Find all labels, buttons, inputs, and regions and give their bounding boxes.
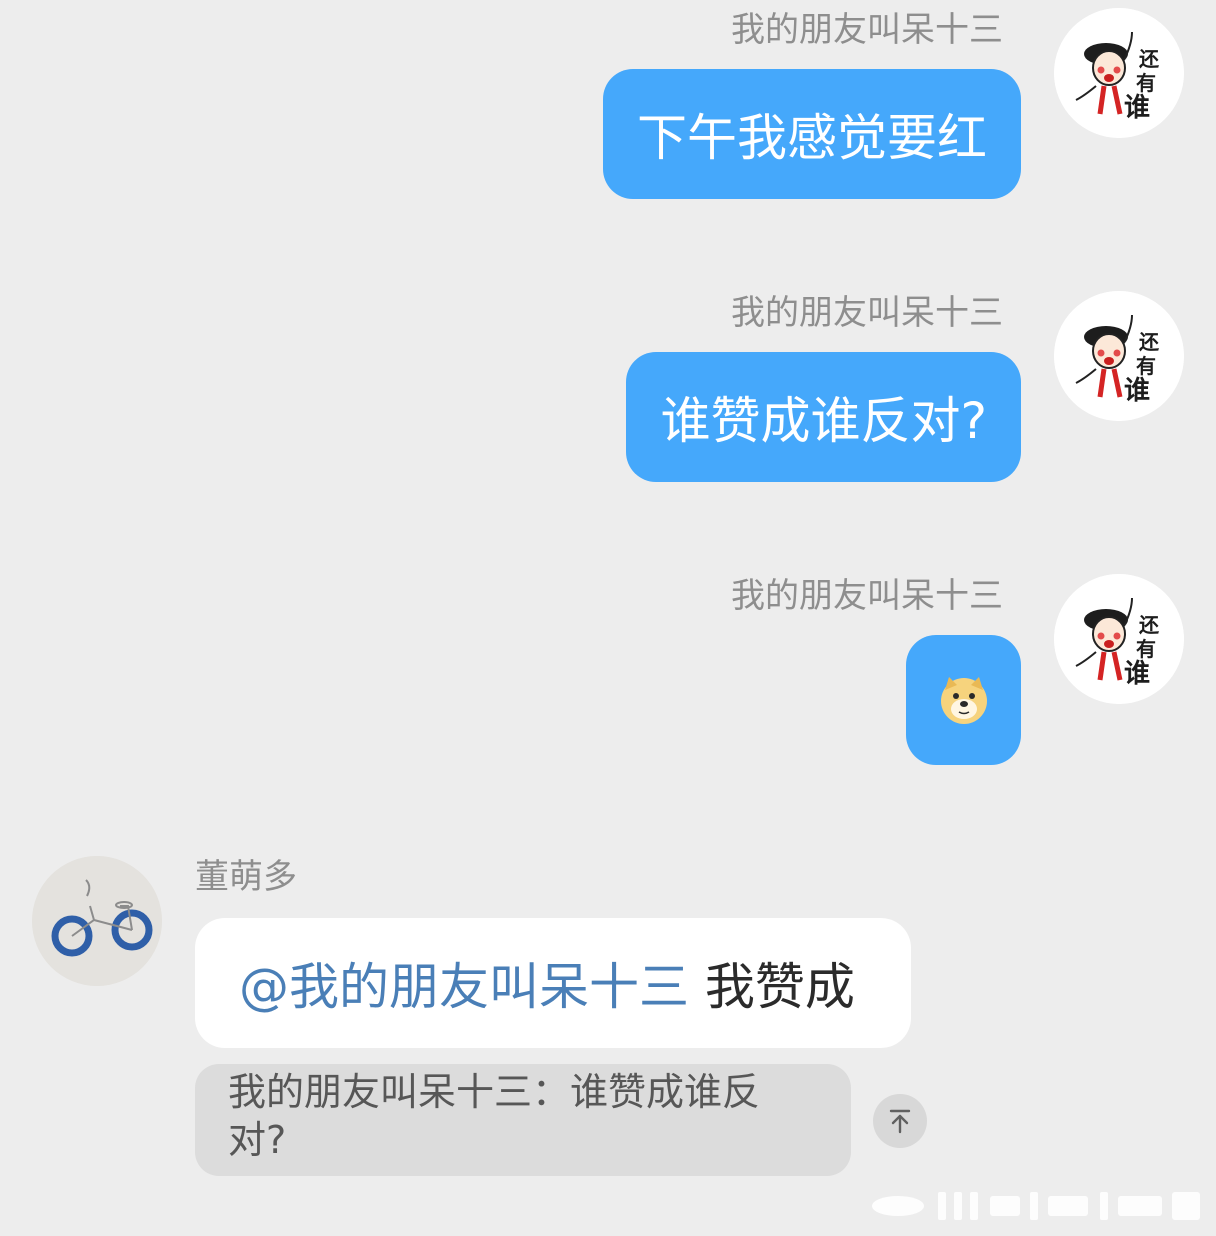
message-bubble[interactable]: @我的朋友叫呆十三 我赞成 bbox=[195, 918, 911, 1048]
message-bubble[interactable]: 下午我感觉要红 bbox=[603, 69, 1021, 199]
sender-name: 我的朋友叫呆十三 bbox=[731, 10, 1003, 50]
svg-text:有: 有 bbox=[1136, 637, 1156, 661]
contact-avatar[interactable] bbox=[32, 856, 162, 986]
svg-text:还: 还 bbox=[1138, 330, 1160, 354]
quoted-message[interactable]: 我的朋友叫呆十三：谁赞成谁反 对? bbox=[195, 1064, 851, 1176]
svg-text:还: 还 bbox=[1138, 613, 1160, 637]
mention-link[interactable]: @我的朋友叫呆十三 bbox=[239, 947, 689, 1019]
my-avatar[interactable]: 还 有 谁 bbox=[1054, 291, 1184, 421]
my-avatar[interactable]: 还 有 谁 bbox=[1054, 8, 1184, 138]
svg-text:谁: 谁 bbox=[1124, 659, 1150, 689]
cartoon-avatar-icon: 还 有 谁 bbox=[1054, 8, 1184, 138]
message-bubble[interactable]: 谁赞成谁反对? bbox=[626, 352, 1021, 482]
emoji-message-bubble[interactable] bbox=[906, 635, 1021, 765]
chat-screen: 我的朋友叫呆十三 下午我感觉要红 还 有 谁 我的朋友叫呆十三 谁赞成谁反对? bbox=[0, 0, 1216, 1236]
sender-name: 我的朋友叫呆十三 bbox=[731, 293, 1003, 333]
svg-text:谁: 谁 bbox=[1124, 93, 1150, 123]
bicycle-photo-icon bbox=[32, 856, 162, 986]
svg-text:谁: 谁 bbox=[1124, 376, 1150, 406]
quoted-text-line: 我的朋友叫呆十三：谁赞成谁反 bbox=[228, 1070, 761, 1114]
svg-text:有: 有 bbox=[1136, 71, 1156, 95]
watermark-icon bbox=[872, 1192, 1200, 1220]
svg-text:有: 有 bbox=[1136, 354, 1156, 378]
jump-to-quote-button[interactable] bbox=[873, 1094, 927, 1148]
quoted-text-line: 对? bbox=[228, 1118, 287, 1162]
cartoon-avatar-icon: 还 有 谁 bbox=[1054, 291, 1184, 421]
svg-text:还: 还 bbox=[1138, 47, 1160, 71]
message-text: 我赞成 bbox=[689, 958, 855, 1016]
sender-name: 董萌多 bbox=[195, 857, 297, 897]
my-avatar[interactable]: 还 有 谁 bbox=[1054, 574, 1184, 704]
sender-name: 我的朋友叫呆十三 bbox=[731, 576, 1003, 616]
arrow-up-to-top-icon bbox=[889, 1109, 911, 1134]
cartoon-avatar-icon: 还 有 谁 bbox=[1054, 574, 1184, 704]
doge-emoji-icon bbox=[940, 677, 987, 724]
